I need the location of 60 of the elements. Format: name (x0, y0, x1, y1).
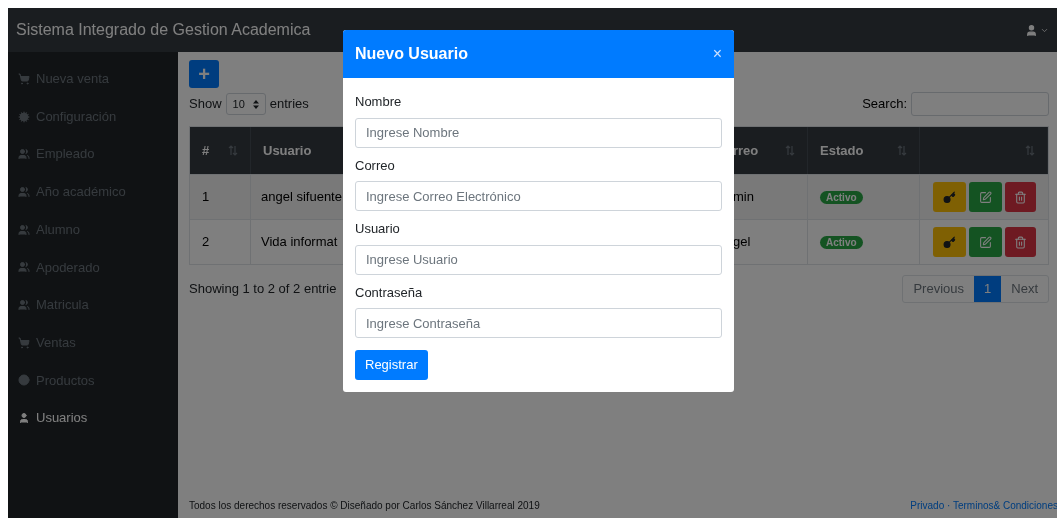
entries-label: entries (269, 95, 309, 114)
delete-button[interactable] (1004, 227, 1036, 257)
users-icon (18, 223, 30, 236)
edit-button[interactable] (968, 227, 1002, 257)
sort-icon (897, 145, 907, 156)
input-field[interactable]: Ingrese Usuario (355, 244, 722, 275)
key-icon (942, 235, 956, 249)
footer-text: Todos los derechos reservados © Diseñado por Carlos Sánchez Villarreal 2019 (189, 498, 540, 513)
sort-icon (228, 145, 238, 156)
table-cell: angel sifuente (261, 189, 342, 204)
edit-icon (978, 235, 992, 249)
page-button[interactable]: Next (1001, 276, 1048, 302)
table-cell: 2 (190, 220, 251, 264)
users-icon (18, 148, 30, 161)
register-button[interactable]: Registrar (355, 350, 428, 380)
sort-icon (785, 145, 795, 156)
key-icon (942, 190, 956, 204)
status-badge: Activo (820, 191, 863, 204)
show-label: Show (189, 95, 222, 114)
trash-icon (1013, 235, 1027, 249)
field-label: Contraseña (355, 283, 424, 302)
edit-button[interactable] (968, 182, 1002, 212)
table-info: Showing 1 to 2 of 2 entrie (189, 280, 337, 299)
cart-icon (18, 72, 30, 85)
sidebar-item[interactable]: Usuarios (8, 399, 178, 437)
entries-select[interactable]: 10 (225, 93, 266, 115)
table-cell: gel (733, 234, 751, 249)
user-menu-button[interactable] (1025, 23, 1049, 37)
user-icon (1025, 23, 1038, 37)
cart-icon (18, 336, 30, 349)
sort-icon (1025, 145, 1035, 156)
brand-title: Sistema Integrado de Gestion Academica (16, 20, 311, 40)
user-icon (18, 412, 30, 425)
field-label: Usuario (355, 220, 401, 238)
status-badge: Activo (820, 236, 863, 249)
footer-link[interactable]: Privado · Terminos& Condiciones (910, 497, 1057, 513)
key-button[interactable] (932, 182, 966, 212)
key-button[interactable] (932, 227, 966, 257)
select-arrows-icon (252, 99, 259, 109)
search-field[interactable] (911, 92, 1049, 116)
trash-icon (1013, 190, 1027, 204)
input-field[interactable]: Ingrese Contraseña (355, 308, 722, 338)
users-icon (18, 185, 30, 198)
table-cell: Vida informat (261, 234, 338, 249)
input-field[interactable]: Ingrese Nombre (355, 117, 722, 148)
search-label: Search: (862, 95, 907, 114)
close-button[interactable]: × (712, 42, 722, 66)
page-button[interactable]: Previous (903, 276, 975, 302)
input-field[interactable]: Ingrese Correo Electrónico (355, 181, 722, 211)
users-icon (18, 261, 30, 274)
delete-button[interactable] (1004, 182, 1036, 212)
add-button[interactable]: + (189, 60, 219, 88)
sidebar-label: Usuarios (36, 409, 88, 428)
users-icon (18, 298, 30, 311)
edit-icon (978, 190, 992, 204)
modal-title: Nuevo Usuario (355, 44, 468, 64)
table-cell: min (733, 189, 754, 204)
field-label: Nombre (355, 93, 403, 111)
field-label: Correo (355, 156, 396, 175)
page-button[interactable]: 1 (974, 276, 1002, 302)
